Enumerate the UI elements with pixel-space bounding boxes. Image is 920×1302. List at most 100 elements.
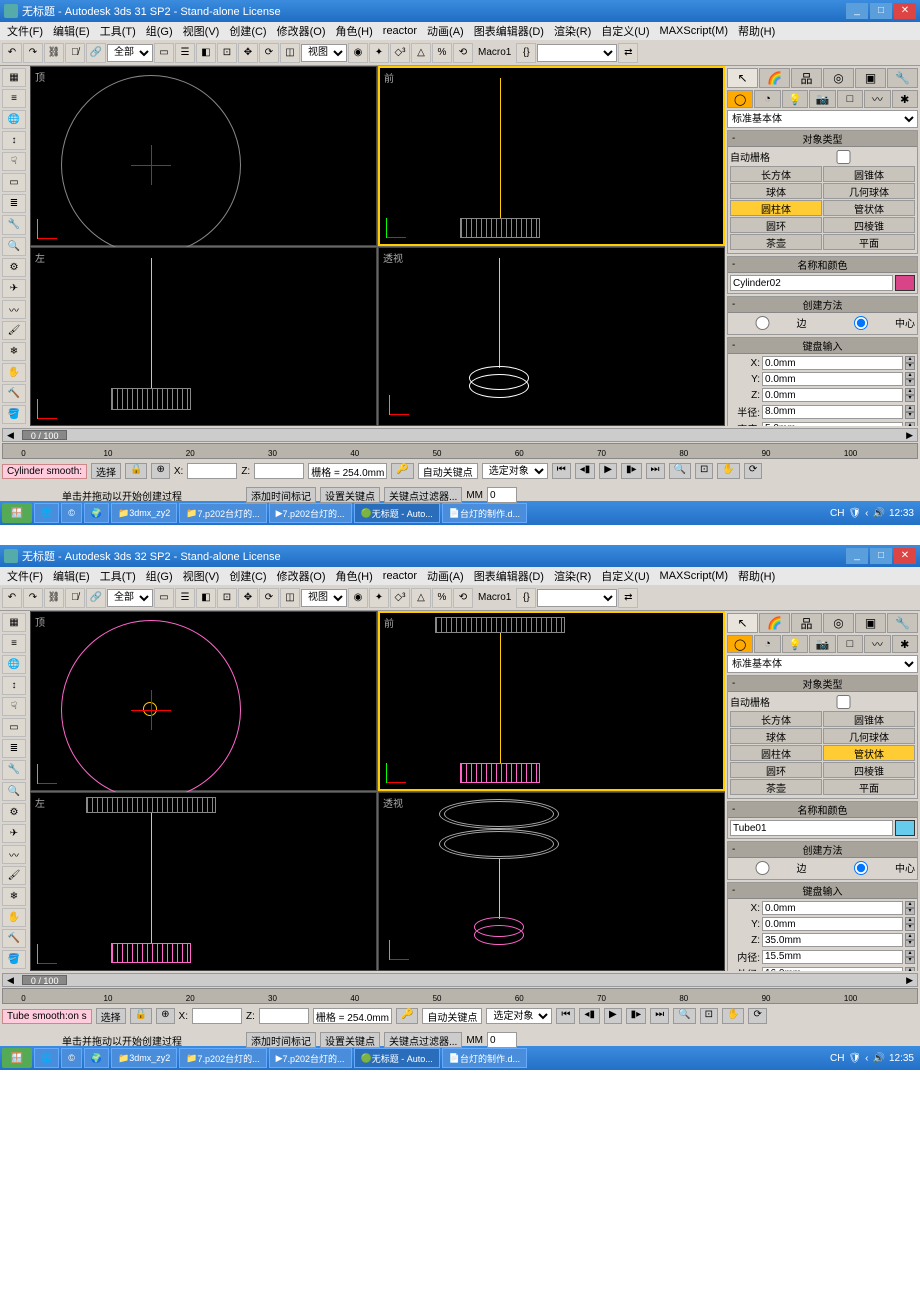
wrench-icon[interactable]: 🔧: [2, 215, 26, 234]
status-x-field[interactable]: [187, 463, 237, 479]
menu-views[interactable]: 视图(V): [180, 23, 223, 39]
menu-file[interactable]: 文件(F): [4, 568, 46, 584]
menu-file[interactable]: 文件(F): [4, 23, 46, 39]
rollout-kbd-header[interactable]: -键盘输入: [728, 338, 917, 354]
axis-icon[interactable]: ↕: [2, 676, 26, 695]
close-button[interactable]: ✕: [894, 548, 916, 564]
redo-button[interactable]: ↷: [23, 588, 43, 608]
refcoord-dropdown[interactable]: 视图: [301, 44, 347, 62]
plane-button[interactable]: 平面: [823, 779, 915, 795]
cylinder-button[interactable]: 圆柱体: [730, 200, 822, 216]
quicklaunch-icon[interactable]: 🌍: [84, 503, 109, 523]
category-dropdown[interactable]: 标准基本体: [727, 655, 918, 673]
window-crossing-button[interactable]: ⊡: [217, 588, 237, 608]
center-radio[interactable]: [829, 861, 894, 875]
viewport-front[interactable]: 前: [378, 66, 725, 246]
helpers-icon[interactable]: □: [837, 635, 863, 653]
menu-animation[interactable]: 动画(A): [424, 568, 467, 584]
display-icon[interactable]: ▭: [2, 173, 26, 192]
menu-edit[interactable]: 编辑(E): [50, 568, 93, 584]
globe-icon[interactable]: 🌐: [2, 655, 26, 674]
pivot-button[interactable]: ◉: [348, 43, 368, 63]
select-name-button[interactable]: ☰: [175, 43, 195, 63]
x-spinner[interactable]: ▴▾: [905, 356, 915, 370]
rollout-name-header[interactable]: -名称和颜色: [728, 257, 917, 273]
teapot-button[interactable]: 茶壶: [730, 234, 822, 250]
autokey-button[interactable]: 自动关键点: [418, 463, 478, 479]
close-button[interactable]: ✕: [894, 3, 916, 19]
color-swatch[interactable]: [895, 275, 915, 291]
menu-modifiers[interactable]: 修改器(O): [274, 568, 329, 584]
snap-button[interactable]: ◇³: [390, 588, 410, 608]
bind-button[interactable]: 🔗: [86, 43, 106, 63]
unlink-button[interactable]: ⛓̸: [65, 588, 85, 608]
plane-icon[interactable]: ✈: [2, 824, 26, 843]
menu-tools[interactable]: 工具(T): [97, 23, 139, 39]
sphere-button[interactable]: 球体: [730, 728, 822, 744]
y-spinner[interactable]: ▴▾: [905, 372, 915, 386]
shapes-icon[interactable]: ◔: [754, 635, 780, 653]
menu-views[interactable]: 视图(V): [180, 568, 223, 584]
status-x-field[interactable]: [192, 1008, 242, 1024]
radius-field[interactable]: [762, 405, 903, 419]
menu-tools[interactable]: 工具(T): [97, 568, 139, 584]
select-button[interactable]: ▭: [154, 588, 174, 608]
named-sets-dropdown[interactable]: [537, 44, 617, 62]
start-button[interactable]: 🪟: [2, 503, 32, 523]
bucket-icon[interactable]: 🪣: [2, 405, 26, 424]
rotate-button[interactable]: ⟳: [259, 43, 279, 63]
abs-rel-icon[interactable]: ⊕: [156, 1008, 174, 1024]
menu-graph[interactable]: 图表编辑器(D): [471, 23, 547, 39]
lock-icon[interactable]: 🔒: [125, 463, 147, 479]
select-region-button[interactable]: ◧: [196, 588, 216, 608]
gear-icon[interactable]: ⚙: [2, 258, 26, 277]
refcoord-dropdown[interactable]: 视图: [301, 589, 347, 607]
snap-button[interactable]: ◇³: [390, 43, 410, 63]
manip-button[interactable]: ✦: [369, 43, 389, 63]
goto-start-button[interactable]: ⏮: [556, 1008, 575, 1024]
snow-icon[interactable]: ❄: [2, 342, 26, 361]
link-button[interactable]: ⛓: [44, 588, 64, 608]
spinner-snap-button[interactable]: ⟲: [453, 588, 473, 608]
teapot-button[interactable]: 茶壶: [730, 779, 822, 795]
viewport-perspective[interactable]: 透视: [378, 247, 725, 427]
spacewarps-icon[interactable]: 〰: [864, 90, 890, 108]
menu-maxscript[interactable]: MAXScript(M): [657, 570, 731, 582]
selection-filter[interactable]: 全部: [107, 44, 153, 62]
pyramid-button[interactable]: 四棱锥: [823, 762, 915, 778]
cameras-icon[interactable]: 📷: [809, 90, 835, 108]
scale-button[interactable]: ◫: [280, 588, 300, 608]
start-button[interactable]: 🪟: [2, 1048, 32, 1068]
undo-button[interactable]: ↶: [2, 43, 22, 63]
goto-end-button[interactable]: ⏭: [646, 463, 665, 479]
tab-panel-icon[interactable]: ▦: [2, 68, 26, 87]
gear-icon[interactable]: ⚙: [2, 803, 26, 822]
cone-button[interactable]: 圆锥体: [823, 711, 915, 727]
menu-animation[interactable]: 动画(A): [424, 23, 467, 39]
y-field[interactable]: [762, 372, 903, 386]
bucket-icon[interactable]: 🪣: [2, 950, 26, 969]
quicklaunch-icon[interactable]: 🌐: [34, 503, 59, 523]
viewport-front[interactable]: 前: [378, 611, 725, 791]
rotate-button[interactable]: ⟳: [259, 588, 279, 608]
named-sets-dropdown[interactable]: [537, 589, 617, 607]
quicklaunch-icon[interactable]: ©: [61, 1048, 82, 1068]
play-button[interactable]: ▶: [599, 463, 617, 479]
tab-panel-icon[interactable]: ▦: [2, 613, 26, 632]
z-field[interactable]: [762, 933, 903, 947]
menu-group[interactable]: 组(G): [143, 23, 176, 39]
menu-help[interactable]: 帮助(H): [735, 568, 778, 584]
modify-tab[interactable]: 🌈: [759, 613, 790, 633]
redo-button[interactable]: ↷: [23, 43, 43, 63]
outer-radius-field[interactable]: [762, 967, 903, 972]
taskbar-item[interactable]: ▶ 7.p202台灯的...: [269, 1048, 352, 1068]
taskbar-item[interactable]: 📁 3dmx_zy2: [111, 1048, 177, 1068]
taskbar-item[interactable]: 📁 3dmx_zy2: [111, 503, 177, 523]
tray-icon[interactable]: 🛡: [848, 1053, 861, 1064]
time-scrollbar[interactable]: ◀0 / 100▶: [2, 428, 918, 442]
tray-expand-icon[interactable]: ‹: [865, 1053, 868, 1064]
color-swatch[interactable]: [895, 820, 915, 836]
snow-icon[interactable]: ❄: [2, 887, 26, 906]
viewport-perspective[interactable]: 透视: [378, 792, 725, 972]
menu-render[interactable]: 渲染(R): [551, 23, 594, 39]
